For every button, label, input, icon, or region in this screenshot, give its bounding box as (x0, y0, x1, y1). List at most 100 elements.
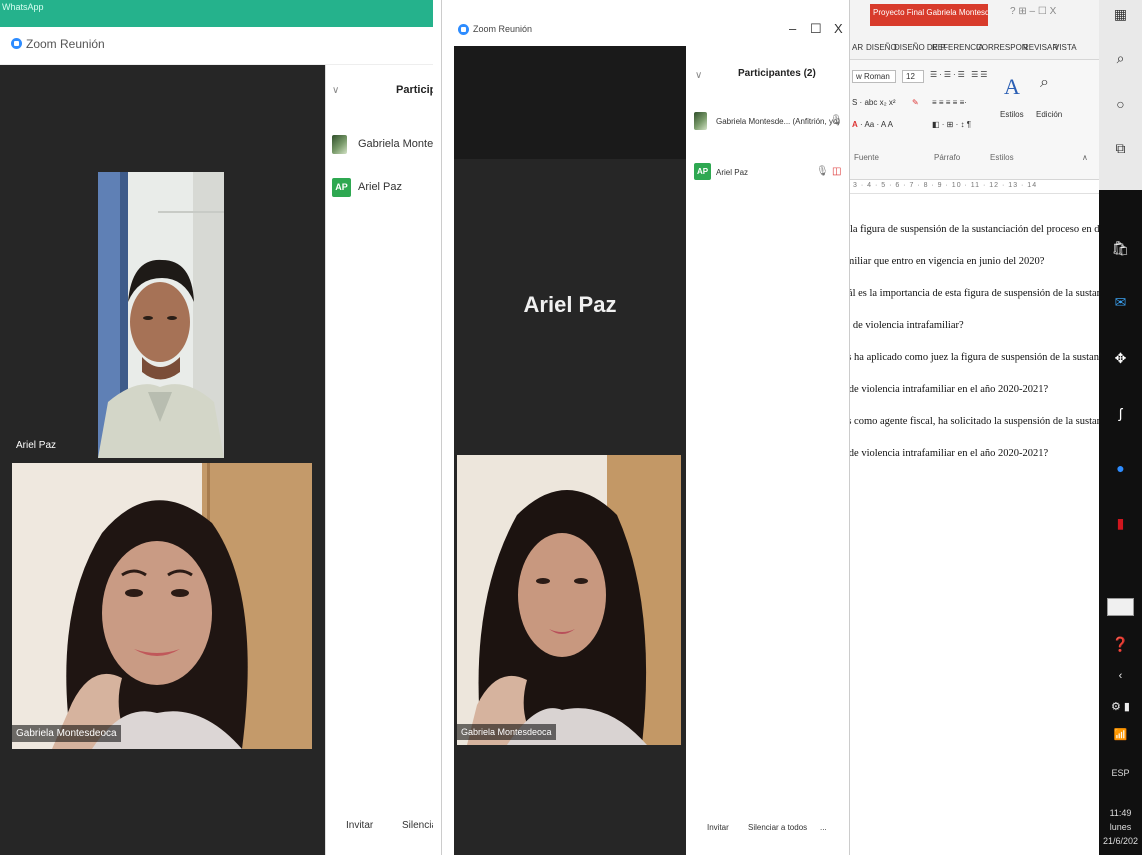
gabriela-video-frame (12, 463, 312, 749)
collapse-chevron-icon[interactable]: ∨ (695, 70, 702, 81)
tile-name-ariel: Ariel Paz (16, 440, 57, 451)
maximize-button[interactable]: ☐ (810, 21, 822, 37)
mic-icon[interactable]: 🎙 (830, 115, 843, 126)
invite-button[interactable]: Invitar (701, 818, 735, 837)
tab-revisar[interactable]: REVISAR (1023, 43, 1058, 52)
mute-all-button[interactable]: Silenciar (396, 815, 433, 836)
mute-all-button[interactable]: Silenciar a todos (742, 818, 814, 837)
document-line: ce la figura de suspensión de la sustanc… (849, 224, 1099, 235)
tab-diseno[interactable]: DISEÑO (866, 43, 897, 52)
group-label-paragraph: Párrafo (934, 153, 961, 162)
shading-sort-icon[interactable]: ◧ · ⊞ · ↕ ¶ (932, 120, 971, 129)
zoom-taskbar-icon[interactable]: ● (1099, 460, 1142, 476)
invite-button[interactable]: Invitar (340, 815, 380, 836)
help-icon[interactable]: ❓ (1099, 636, 1142, 653)
video-tile-gabriela[interactable] (457, 455, 681, 745)
store-bag-icon[interactable]: 🛍 (1099, 240, 1142, 257)
word-titlebar[interactable]: Proyecto Final Gabriela Montesdeoca [Mod… (850, 0, 1099, 34)
strike-sub-sup-icon[interactable]: S · abc x₂ x² (852, 98, 896, 107)
video-area: Ariel Paz Gabriela Montesdeoca (454, 46, 686, 855)
windows-start-icon[interactable]: ▦ (1099, 6, 1142, 23)
window-title: Zoom Reunión (26, 37, 105, 51)
collapse-chevron-icon[interactable]: ∨ (332, 85, 339, 96)
font-name-select[interactable]: w Roman (852, 70, 896, 83)
tile-name-gabriela: Gabriela Montesdeoca (12, 725, 121, 742)
participants-title: Participantes (2) (738, 68, 816, 79)
taskbar-scroll-button[interactable] (1107, 598, 1134, 616)
participant-name: Gabriela Montesde... (Anfitrión, yo) (716, 117, 841, 126)
zoom-logo-icon (11, 38, 22, 49)
binoculars-icon[interactable]: ⌕ (1040, 74, 1049, 92)
cortana-icon[interactable]: ○ (1099, 96, 1142, 112)
mail-icon[interactable]: ✉ (1099, 294, 1142, 311)
zoom-logo-icon (458, 24, 469, 35)
participant-name: Ariel Paz (358, 181, 403, 193)
clock-date[interactable]: 21/6/202 (1099, 836, 1142, 846)
avatar (694, 112, 707, 130)
collapse-ribbon-icon[interactable]: ∧ (1082, 153, 1088, 162)
video-off-icon[interactable]: ◫ (832, 166, 841, 177)
participant-name: Gabriela Montesde. (358, 138, 433, 150)
close-button[interactable]: X (834, 21, 843, 36)
tab-home[interactable]: AR (852, 43, 863, 52)
tab-correspondencia[interactable]: CORRESPON (976, 43, 1028, 52)
show-hidden-chevron-icon[interactable]: ‹ (1099, 670, 1142, 682)
zoom-window-2: Zoom Reunión – ☐ X Ariel Paz Gabriela Mo… (441, 0, 850, 855)
participant-row[interactable]: AP Ariel Paz (332, 178, 433, 200)
task-view-icon[interactable]: ⧉ (1099, 140, 1142, 157)
participant-row[interactable]: Gabriela Montesde. (332, 135, 433, 157)
document-title: Proyecto Final Gabriela Montesdeoca [Mod… (870, 4, 988, 26)
window-controls[interactable]: ? ⊞ – ☐ X (1010, 6, 1056, 17)
edit-button[interactable]: Edición (1036, 110, 1062, 119)
zoom-window-titlebar[interactable]: Zoom Reunión – ☐ X (442, 0, 850, 46)
video-tile-ariel[interactable] (98, 172, 224, 458)
app-icon[interactable]: ʃ (1099, 405, 1142, 421)
group-label-font: Fuente (854, 153, 879, 162)
avatar (332, 135, 347, 154)
participants-panel: ∨ Participantes (2) Gabriela Montesde...… (686, 46, 850, 855)
network-volume-icon[interactable]: 📶 (1099, 728, 1142, 741)
participants-title: Participan (396, 84, 433, 96)
taskbar-search-area: ▦ ⌕ ○ ⧉ (1099, 0, 1142, 190)
clock-time[interactable]: 11:49 (1099, 808, 1142, 818)
zoom-window-titlebar[interactable]: Zoom Reunión (0, 27, 433, 65)
document-line: familiar que entro en vigencia en junio … (849, 256, 1045, 267)
system-tray-icons[interactable]: ⚙ ▮ (1099, 700, 1142, 713)
video-top-strip (454, 46, 686, 159)
document-line: to de violencia intrafamiliar en el año … (849, 448, 1049, 459)
document-line: sos como agente fiscal, ha solicitado la… (850, 416, 1099, 427)
list-buttons-icon[interactable]: ☰·☰·☰ ☰☰ (930, 70, 989, 79)
dropbox-icon[interactable]: ✥ (1099, 350, 1142, 367)
clock-day[interactable]: lunes (1099, 822, 1142, 832)
red-app-icon[interactable]: ▮ (1099, 515, 1142, 532)
tab-vista[interactable]: VISTA (1054, 43, 1077, 52)
word-window: Proyecto Final Gabriela Montesdeoca [Mod… (849, 0, 1099, 855)
language-indicator[interactable]: ESP (1099, 768, 1142, 778)
minimize-button[interactable]: – (789, 21, 796, 36)
document-line: cuál es la importancia de esta figura de… (850, 288, 1099, 299)
document-body[interactable]: ce la figura de suspensión de la sustanc… (850, 194, 1099, 855)
participant-row[interactable]: AP Ariel Paz 🎙 ◫ (694, 163, 846, 185)
participant-name: Ariel Paz (716, 168, 749, 177)
clear-format-icon[interactable]: ✎ (912, 98, 919, 107)
video-tile-gabriela[interactable] (12, 463, 312, 749)
group-label-styles: Estilos (990, 153, 1014, 162)
mic-icon[interactable]: 🎙 (816, 166, 829, 177)
active-speaker-name: Ariel Paz (523, 292, 617, 317)
search-icon[interactable]: ⌕ (1099, 50, 1142, 67)
participant-row[interactable]: Gabriela Montesde... (Anfitrión, yo) 🎙 (694, 112, 846, 134)
align-buttons-icon[interactable]: ≡ ≡ ≡ ≡ ≡· (932, 98, 967, 107)
ruler[interactable]: 3 · 4 · 5 · 6 · 7 · 8 · 9 · 10 · 11 · 12… (850, 180, 1099, 194)
windows-taskbar: ▦ ⌕ ○ ⧉ 🛍 ✉ ✥ ʃ ● ▮ ❓ ‹ ⚙ ▮ 📶 ESP 11:49 … (1099, 0, 1142, 855)
styles-icon[interactable]: A (1004, 74, 1020, 100)
gabriela-video-frame (457, 455, 681, 745)
font-size-select[interactable]: 12 (902, 70, 924, 83)
video-gallery: Ariel Paz Gabriela Montesdeoca (0, 65, 325, 855)
ribbon: w Roman 12 ☰·☰·☰ ☰☰ S · abc x₂ x² ✎ ≡ ≡ … (850, 60, 1099, 180)
more-button[interactable]: ... (814, 818, 833, 837)
styles-button[interactable]: Estilos (1000, 110, 1024, 119)
document-line: to de violencia intrafamiliar en el año … (849, 384, 1049, 395)
participants-panel: ∨ Participan Gabriela Montesde. AP Ariel… (325, 65, 433, 855)
whatsapp-window-strip[interactable]: WhatsApp (0, 0, 433, 27)
text-color-icon[interactable]: A · Aa · A A (852, 120, 893, 129)
